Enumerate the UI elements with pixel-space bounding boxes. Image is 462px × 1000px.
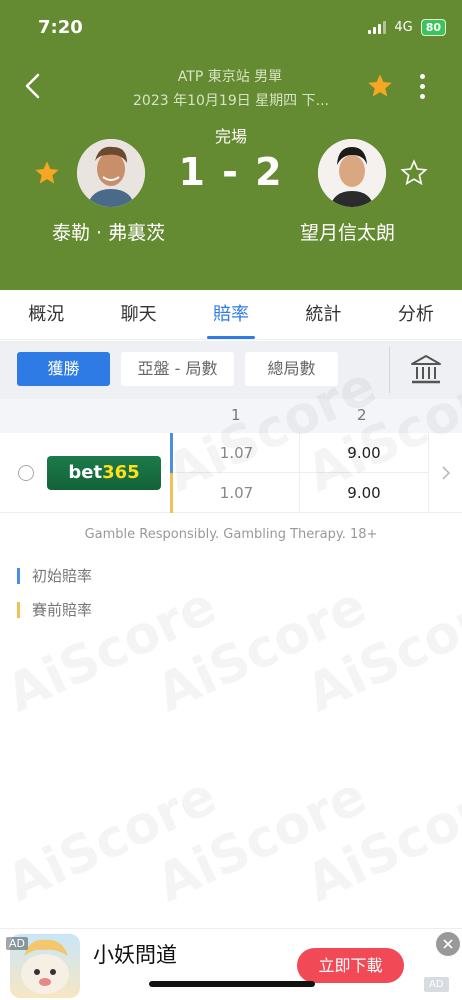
odds-filter-bar: 獲勝 亞盤 - 局數 總局數 <box>0 341 462 399</box>
logo-text-prefix: bet <box>68 462 103 483</box>
home-indicator[interactable] <box>149 981 315 987</box>
legend-pre-match-label: 賽前賠率 <box>32 601 93 619</box>
column-player-2: 2 <box>357 406 367 424</box>
tab-odds[interactable]: 賠率 <box>185 290 277 339</box>
ad-label: AD <box>6 937 28 950</box>
watermark: AiScore <box>0 576 225 725</box>
divider <box>389 347 390 393</box>
match-header: 7:20 4G 80 ATP 東京站 男單 2023 年10月19日 星期四 下… <box>0 0 462 290</box>
away-player-avatar[interactable] <box>318 139 386 207</box>
ad-close-button[interactable] <box>436 932 460 956</box>
filter-win-button[interactable]: 獲勝 <box>17 352 110 386</box>
tab-chat[interactable]: 聊天 <box>92 290 184 339</box>
filter-handicap-button[interactable]: 亞盤 - 局數 <box>121 352 234 386</box>
more-options-button[interactable] <box>412 70 432 102</box>
watermark: AiScore <box>0 766 225 915</box>
ad-banner[interactable]: AD 小妖問道 立即下載 AD <box>0 928 462 1000</box>
home-player-favorite-button[interactable] <box>32 158 62 188</box>
favorite-match-button[interactable] <box>364 70 396 102</box>
pre-match-odds-player-1: 1.07 <box>174 473 300 513</box>
column-player-1: 1 <box>231 406 241 424</box>
pre-match-odds-player-2: 9.00 <box>347 484 381 502</box>
away-player-favorite-button[interactable] <box>399 158 429 188</box>
odds-table-header: 1 2 <box>0 399 462 433</box>
legend-pre-match-odds: 賽前賠率 <box>17 599 92 620</box>
battery-icon: 80 <box>420 19 446 36</box>
ad-download-button[interactable]: 立即下載 <box>297 948 404 983</box>
away-player-name[interactable]: 望月信太朗 <box>300 218 395 245</box>
tab-overview[interactable]: 概況 <box>0 290 92 339</box>
pre-match-odds-line: 1.07 9.00 <box>174 473 428 513</box>
chevron-left-icon <box>25 73 40 99</box>
player-photo-icon <box>318 139 386 207</box>
opening-odds-player-2: 9.00 <box>347 444 381 462</box>
bookmaker-row[interactable]: bet365 1.07 9.00 1.07 9.00 <box>0 433 462 513</box>
legend-opening-label: 初始賠率 <box>32 567 93 585</box>
bookmaker-radio[interactable] <box>18 465 34 481</box>
player-photo-icon <box>77 139 145 207</box>
match-tabs: 概況 聊天 賠率 統計 分析 <box>0 290 462 340</box>
star-filled-icon <box>368 74 392 97</box>
watermark: AiScore <box>298 576 462 725</box>
watermark: AiScore <box>298 766 462 915</box>
tab-stats[interactable]: 統計 <box>277 290 369 339</box>
watermark: AiScore <box>148 766 375 915</box>
ad-title[interactable]: 小妖問道 <box>93 939 177 969</box>
chevron-right-icon <box>441 466 450 480</box>
pre-match-odds-marker <box>170 473 173 513</box>
star-outline-icon <box>400 159 428 186</box>
match-datetime: 2023 年10月19日 星期四 下... <box>133 93 329 109</box>
match-status: 完場 <box>214 127 247 146</box>
legend-blue-marker <box>17 567 20 584</box>
opening-odds-marker <box>170 433 173 473</box>
legend-yellow-marker <box>17 601 20 618</box>
status-indicators: 4G 80 <box>368 19 446 36</box>
bet365-logo: bet365 <box>47 456 161 490</box>
filter-total-games-button[interactable]: 總局數 <box>245 352 338 386</box>
bank-icon <box>411 355 441 384</box>
home-player-avatar[interactable] <box>77 139 145 207</box>
close-icon <box>443 939 453 949</box>
network-type: 4G <box>394 20 413 35</box>
logo-text-suffix: 365 <box>102 462 140 483</box>
tab-analysis[interactable]: 分析 <box>370 290 462 339</box>
opening-odds-player-1: 1.07 <box>174 433 300 473</box>
ad-corner-label: AD <box>424 977 449 992</box>
tournament-name: ATP 東京站 男單 <box>177 69 283 85</box>
match-score: 1 - 2 <box>178 150 284 194</box>
legend-opening-odds: 初始賠率 <box>17 565 92 586</box>
row-detail-button[interactable] <box>428 433 462 513</box>
star-filled-icon <box>35 161 59 184</box>
back-button[interactable] <box>16 68 48 104</box>
bookmaker-select-button[interactable] <box>408 352 444 388</box>
home-player-name[interactable]: 泰勒 · 弗裏茨 <box>52 218 165 245</box>
watermark: AiScore <box>148 576 375 725</box>
status-time: 7:20 <box>38 17 83 38</box>
signal-icon <box>368 21 387 34</box>
opening-odds-line: 1.07 9.00 <box>174 433 428 473</box>
gamble-responsibly-notice: Gamble Responsibly. Gambling Therapy. 18… <box>84 527 378 542</box>
